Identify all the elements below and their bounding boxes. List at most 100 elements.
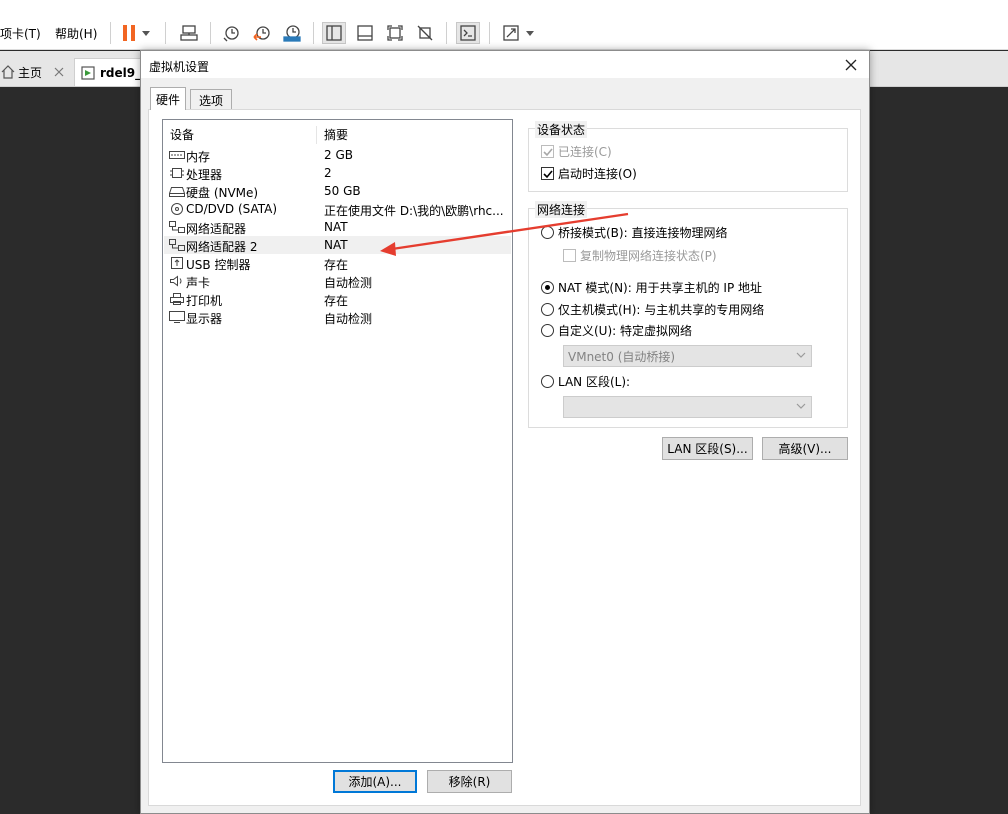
dialog-title: 虚拟机设置 xyxy=(149,60,210,74)
connect-on-power-checkbox[interactable]: 启动时连接(O) xyxy=(541,165,637,182)
thumbnail-view-icon[interactable] xyxy=(322,22,346,44)
revert-snapshot-icon[interactable] xyxy=(250,22,274,44)
nat-radio[interactable]: NAT 模式(N): 用于共享主机的 IP 地址 xyxy=(541,279,762,296)
radio-circle xyxy=(541,226,554,239)
column-divider[interactable] xyxy=(316,126,317,144)
device-summary: NAT xyxy=(324,220,348,234)
nat-label: NAT 模式(N): 用于共享主机的 IP 地址 xyxy=(558,281,763,295)
connected-label: 已连接(C) xyxy=(558,145,612,159)
lan-segments-button[interactable]: LAN 区段(S)... xyxy=(662,437,753,460)
display-icon xyxy=(169,311,185,323)
bridged-radio[interactable]: 桥接模式(B): 直接连接物理网络 xyxy=(541,224,727,241)
device-row-network-adapter[interactable]: 网络适配器 NAT xyxy=(164,218,511,236)
device-summary: 2 GB xyxy=(324,148,353,162)
radio-circle xyxy=(541,281,554,294)
menu-tabs[interactable]: 项卡(T) xyxy=(0,25,41,42)
device-name: 显示器 xyxy=(186,312,223,326)
send-keys-icon[interactable] xyxy=(177,22,201,44)
toolbar-separator xyxy=(110,22,111,44)
device-name: USB 控制器 xyxy=(186,258,251,272)
device-list[interactable]: 设备 摘要 内存 2 GB 处理器 2 硬盘 (NVMe) 50 GB CD/D… xyxy=(162,119,513,763)
device-row-usb[interactable]: USB 控制器 存在 xyxy=(164,254,511,272)
device-name: 网络适配器 xyxy=(186,222,247,236)
stretch-icon[interactable] xyxy=(499,22,523,44)
chevron-down-icon xyxy=(796,352,806,358)
dropdown-icon[interactable] xyxy=(139,22,153,44)
radio-circle xyxy=(541,324,554,337)
device-summary: NAT xyxy=(324,238,348,252)
sound-icon xyxy=(170,275,182,287)
dropdown-icon[interactable] xyxy=(523,22,537,44)
checkbox-box xyxy=(541,167,554,180)
cd-icon xyxy=(171,203,183,215)
device-summary: 2 xyxy=(324,166,332,180)
device-row-sound[interactable]: 声卡 自动检测 xyxy=(164,272,511,290)
advanced-button[interactable]: 高级(V)... xyxy=(762,437,848,460)
lan-segments-label: LAN 区段(S)... xyxy=(667,442,748,456)
connect-on-power-label: 启动时连接(O) xyxy=(558,167,637,181)
dialog-titlebar: 虚拟机设置 xyxy=(141,51,869,78)
device-row-display[interactable]: 显示器 自动检测 xyxy=(164,308,511,326)
disk-icon xyxy=(169,187,185,197)
toolbar-separator xyxy=(489,22,490,44)
network-icon xyxy=(169,239,185,251)
usb-icon xyxy=(171,257,183,269)
fullscreen-icon[interactable] xyxy=(383,22,407,44)
advanced-label: 高级(V)... xyxy=(778,442,832,456)
tab-options[interactable]: 选项 xyxy=(190,89,232,111)
host-only-radio[interactable]: 仅主机模式(H): 与主机共享的专用网络 xyxy=(541,301,764,318)
device-summary: 正在使用文件 D:\我的\欧鹏\rhc... xyxy=(324,204,504,218)
device-summary: 50 GB xyxy=(324,184,361,198)
device-row-disk[interactable]: 硬盘 (NVMe) 50 GB xyxy=(164,182,511,200)
tab-hardware[interactable]: 硬件 xyxy=(150,87,186,110)
device-row-printer[interactable]: 打印机 存在 xyxy=(164,290,511,308)
custom-radio[interactable]: 自定义(U): 特定虚拟网络 xyxy=(541,322,692,339)
unity-icon[interactable] xyxy=(413,22,437,44)
checkbox-box xyxy=(541,145,554,158)
window-top-strip xyxy=(0,0,1008,16)
lan-segment-radio[interactable]: LAN 区段(L): xyxy=(541,373,630,390)
add-device-button[interactable]: 添加(A)... xyxy=(333,770,417,793)
toolbar-separator xyxy=(210,22,211,44)
device-summary: 存在 xyxy=(324,258,349,272)
terminal-icon[interactable] xyxy=(456,22,480,44)
device-name: 声卡 xyxy=(186,276,211,290)
host-only-label: 仅主机模式(H): 与主机共享的专用网络 xyxy=(558,303,765,317)
network-connection-title: 网络连接 xyxy=(535,201,588,218)
snapshot-icon[interactable] xyxy=(219,22,243,44)
home-icon xyxy=(1,65,15,79)
network-icon xyxy=(169,221,185,233)
tab-home[interactable]: 主页 xyxy=(0,58,70,86)
device-name: 内存 xyxy=(186,150,211,164)
lan-segment-select[interactable] xyxy=(563,396,812,418)
remove-device-button[interactable]: 移除(R) xyxy=(427,770,512,793)
custom-network-select[interactable]: VMnet0 (自动桥接) xyxy=(563,345,812,367)
check-icon xyxy=(543,170,553,179)
device-row-cdrom[interactable]: CD/DVD (SATA) 正在使用文件 D:\我的\欧鹏\rhc... xyxy=(164,200,511,218)
close-icon xyxy=(845,59,857,71)
device-row-memory[interactable]: 内存 2 GB xyxy=(164,146,511,164)
snapshot-manager-icon[interactable] xyxy=(280,22,304,44)
tab-home-label: 主页 xyxy=(18,65,43,80)
lan-segment-label: LAN 区段(L): xyxy=(558,375,631,389)
radio-circle xyxy=(541,303,554,316)
connected-checkbox[interactable]: 已连接(C) xyxy=(541,143,612,160)
cpu-icon xyxy=(170,168,184,178)
column-header-device[interactable]: 设备 xyxy=(170,126,194,143)
device-name: 硬盘 (NVMe) xyxy=(186,186,259,200)
pause-icon[interactable] xyxy=(117,22,141,44)
bridged-label: 桥接模式(B): 直接连接物理网络 xyxy=(558,226,728,240)
device-row-network-adapter-2[interactable]: 网络适配器 2 NAT xyxy=(164,236,511,254)
custom-network-value: VMnet0 (自动桥接) xyxy=(568,349,676,364)
close-button[interactable] xyxy=(839,54,863,76)
printer-icon xyxy=(170,293,184,305)
checkbox-box xyxy=(563,249,576,262)
replicate-state-checkbox[interactable]: 复制物理网络连接状态(P) xyxy=(563,247,717,264)
menu-help[interactable]: 帮助(H) xyxy=(55,25,97,42)
add-device-label: 添加(A)... xyxy=(348,775,402,789)
close-tab-icon[interactable] xyxy=(54,67,64,77)
column-header-summary[interactable]: 摘要 xyxy=(324,126,348,143)
device-row-cpu[interactable]: 处理器 2 xyxy=(164,164,511,182)
device-name: CD/DVD (SATA) xyxy=(186,202,278,216)
console-view-icon[interactable] xyxy=(353,22,377,44)
